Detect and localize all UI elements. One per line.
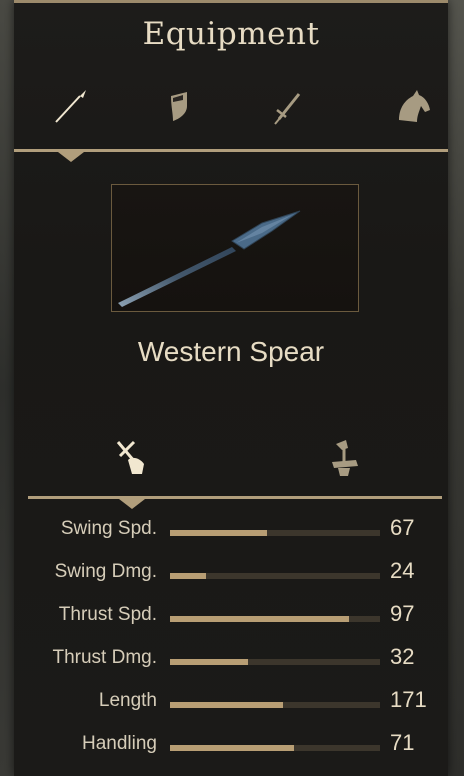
spear-image — [118, 210, 301, 307]
stat-bar — [170, 659, 380, 665]
background-left — [0, 0, 14, 776]
stat-handling: Handling 71 — [14, 727, 448, 767]
stat-swing-damage: Swing Dmg. 24 — [14, 555, 448, 595]
stat-bar — [170, 616, 380, 622]
panel-top-border — [14, 0, 448, 3]
stat-bar-fill — [170, 659, 248, 665]
stat-value: 171 — [390, 687, 427, 712]
stat-bar-fill — [170, 745, 294, 751]
stat-value: 71 — [390, 730, 415, 755]
tab-spear[interactable] — [48, 84, 92, 128]
stat-label: Thrust Dmg. — [52, 647, 157, 668]
panel-title: Equipment — [142, 16, 320, 52]
stat-thrust-damage: Thrust Dmg. 32 — [14, 641, 448, 681]
stat-label: Thrust Spd. — [58, 604, 157, 625]
horse-icon — [399, 90, 430, 122]
selected-tab-caret — [58, 152, 84, 162]
stat-value: 67 — [390, 515, 415, 540]
stat-bar — [170, 573, 380, 579]
stat-bar-fill — [170, 702, 284, 708]
swing-hand-icon — [116, 440, 144, 474]
shield-icon — [171, 92, 187, 121]
stat-length: Length 171 — [14, 684, 448, 724]
background-right — [448, 0, 464, 776]
stat-bar-fill — [170, 530, 267, 536]
stat-bar-fill — [170, 616, 349, 622]
stat-label: Handling — [82, 733, 157, 754]
stat-label: Swing Dmg. — [54, 561, 157, 582]
stat-value: 32 — [390, 644, 415, 669]
tab-shield[interactable] — [157, 84, 201, 128]
stat-value: 97 — [390, 601, 415, 626]
thrust-icon — [332, 440, 358, 476]
mode-thrust[interactable] — [322, 436, 366, 480]
tab-horse[interactable] — [391, 84, 435, 128]
tab-sword[interactable] — [265, 84, 309, 128]
equipment-panel: Equipment Western Spear Swing Spd. 67 Sw… — [14, 0, 448, 776]
stat-bar — [170, 702, 380, 708]
stat-label: Length — [98, 690, 157, 711]
spear-icon — [55, 90, 86, 123]
sword-icon — [274, 93, 301, 125]
equipment-tabs — [14, 84, 448, 134]
stat-bar — [170, 745, 380, 751]
mode-swing[interactable] — [110, 436, 154, 480]
stat-bar-fill — [170, 573, 206, 579]
stat-label: Swing Spd. — [60, 518, 157, 539]
selected-mode-caret — [119, 499, 145, 509]
stat-value: 24 — [390, 558, 415, 583]
stat-bar — [170, 530, 380, 536]
stat-thrust-speed: Thrust Spd. 97 — [14, 598, 448, 638]
stat-swing-speed: Swing Spd. 67 — [14, 512, 448, 552]
modes-divider — [28, 496, 442, 499]
weapon-name: Western Spear — [137, 336, 325, 367]
weapon-preview — [111, 184, 359, 312]
